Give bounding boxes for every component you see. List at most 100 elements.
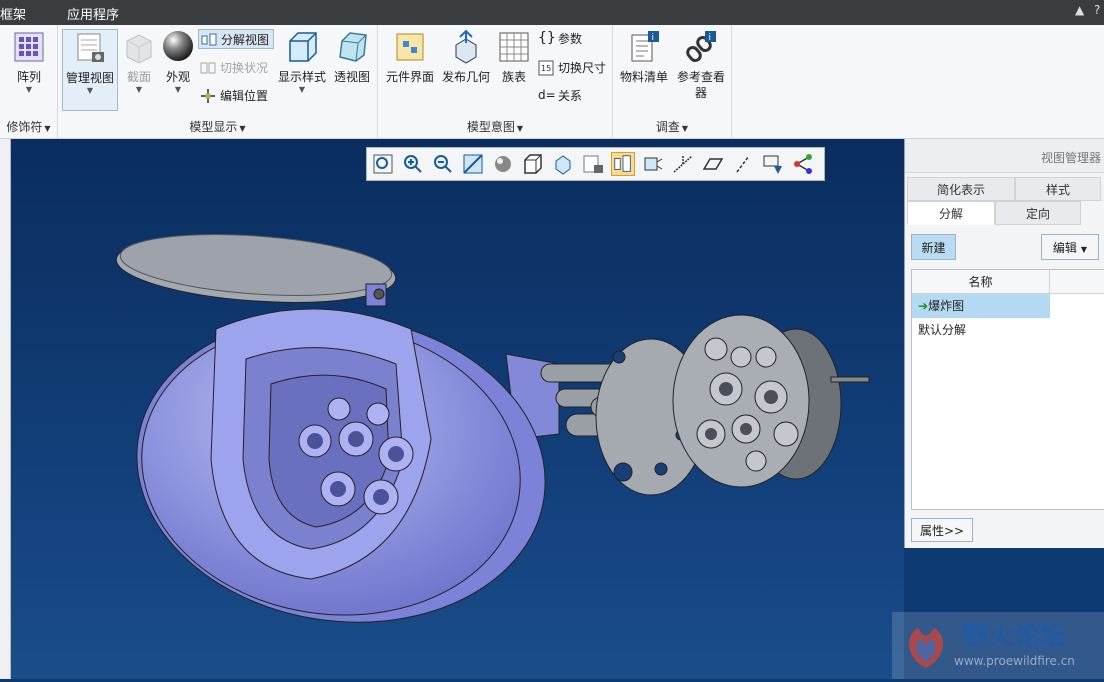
view-manager-icon[interactable] xyxy=(581,152,605,176)
bill-of-materials-icon: i xyxy=(631,31,659,62)
group-label-model-intent[interactable]: 模型意图 ▼ xyxy=(378,118,612,135)
model-tree-collapsed-strip[interactable] xyxy=(0,139,11,679)
component-interface-label: 元件界面 xyxy=(385,70,434,84)
reference-viewer-button[interactable]: i 参考查看 器 xyxy=(673,29,729,101)
exploded-view-label: 分解视图 xyxy=(221,33,270,47)
tab-simplified-rep[interactable]: 简化表示 xyxy=(907,177,1015,201)
collapse-ribbon-icon[interactable]: ▲ xyxy=(1075,3,1084,17)
list-item-default-explode[interactable]: 默认分解 xyxy=(912,318,1104,342)
chevron-down-icon: ▼ xyxy=(298,85,306,94)
svg-text:i: i xyxy=(709,33,712,43)
zoom-in-icon[interactable] xyxy=(401,152,425,176)
display-style-label: 显示样式 xyxy=(277,70,326,84)
edit-position-button[interactable]: 编辑位置 xyxy=(198,86,268,106)
group-model-intent-label: 模型意图 xyxy=(466,120,515,134)
switch-dimension-button[interactable]: 15 切换尺寸 xyxy=(536,58,606,78)
switch-dimension-label: 切换尺寸 xyxy=(558,61,607,75)
toggle-state-button[interactable]: 切换状况 xyxy=(198,58,268,78)
edit-position-label: 编辑位置 xyxy=(220,89,269,103)
publish-geometry-button[interactable]: 发布几何 xyxy=(440,29,492,85)
chevron-down-icon: ▼ xyxy=(1080,245,1088,254)
braces-icon: {} xyxy=(538,30,556,46)
relations-button[interactable]: d= 关系 xyxy=(536,86,582,106)
bom-button[interactable]: i 物料清单 xyxy=(617,29,671,85)
edit-position-icon xyxy=(201,89,215,103)
axis-display-icon[interactable] xyxy=(731,152,755,176)
publish-geometry-icon xyxy=(455,29,477,64)
help-icon[interactable]: ? xyxy=(1094,3,1100,17)
group-label-model-display[interactable]: 模型显示 ▼ xyxy=(58,118,377,135)
appearance-sphere-icon xyxy=(163,31,193,61)
manage-view-button[interactable]: 管理视图 ▼ xyxy=(62,29,118,111)
tab-explode[interactable]: 分解 xyxy=(907,201,995,225)
display-style-icon[interactable] xyxy=(521,152,545,176)
shading-icon[interactable] xyxy=(491,152,515,176)
chevron-down-icon: ▼ xyxy=(681,124,689,133)
list-header: 名称 xyxy=(912,270,1104,294)
exploded-view-button[interactable]: 分解视图 xyxy=(198,29,274,49)
component-interface-icon xyxy=(396,33,424,61)
edit-label: 编辑 xyxy=(1052,241,1077,255)
manage-view-icon xyxy=(77,33,104,62)
plane-display-icon[interactable] xyxy=(701,152,725,176)
point-display-icon[interactable] xyxy=(761,152,785,176)
svg-text:15: 15 xyxy=(541,64,551,73)
array-button[interactable]: 阵列 ▼ xyxy=(6,29,52,95)
perspective-toggle-icon[interactable] xyxy=(641,152,665,176)
reference-viewer-label-line2: 器 xyxy=(694,86,707,100)
parameters-button[interactable]: {} 参数 xyxy=(536,29,582,49)
tab-orient[interactable]: 定向 xyxy=(995,201,1081,225)
svg-text:i: i xyxy=(652,33,655,43)
chevron-down-icon: ▼ xyxy=(25,85,33,94)
properties-button[interactable]: 属性>> xyxy=(911,518,973,542)
view-manager-title: 视图管理器 xyxy=(905,139,1104,173)
refit-icon[interactable] xyxy=(371,152,395,176)
zoom-out-icon[interactable] xyxy=(431,152,455,176)
parameters-label: 参数 xyxy=(558,32,583,46)
appearance-button[interactable]: 外观 ▼ xyxy=(158,29,198,95)
watermark-title: 野火论坛 xyxy=(962,622,1067,652)
section-icon xyxy=(126,34,152,64)
exploded-charging-socket-model xyxy=(115,234,870,623)
csys-display-icon[interactable] xyxy=(791,152,815,176)
reference-viewer-label-line1: 参考查看 xyxy=(676,70,725,84)
section-button[interactable]: 截面 ▼ xyxy=(120,29,158,95)
new-button[interactable]: 新建 xyxy=(911,234,956,260)
tab-style[interactable]: 样式 xyxy=(1015,177,1101,201)
family-table-button[interactable]: 族表 xyxy=(494,29,534,85)
datum-display-icon[interactable] xyxy=(671,152,695,176)
group-label-investigate[interactable]: 调查 ▼ xyxy=(613,118,731,135)
graphics-viewport[interactable] xyxy=(11,139,904,679)
repaint-icon[interactable] xyxy=(461,152,485,176)
list-item-explode-view[interactable]: ➔爆炸图 xyxy=(912,294,1050,318)
bom-label: 物料清单 xyxy=(619,70,668,84)
group-label-modifiers[interactable]: 修饰符 ▼ xyxy=(0,118,57,135)
menu-tab-applications[interactable]: 应用程序 xyxy=(67,4,119,23)
edit-dropdown-button[interactable]: 编辑 ▼ xyxy=(1041,234,1099,260)
group-model-display-label: 模型显示 xyxy=(189,120,238,134)
perspective-label: 透视图 xyxy=(333,70,370,84)
menu-bar: 框架 应用程序 ▲ ? xyxy=(0,0,1104,25)
watermark: 野火论坛 www.proewildfire.cn xyxy=(892,612,1104,679)
component-interface-button[interactable]: 元件界面 xyxy=(382,29,438,85)
array-label: 阵列 xyxy=(16,70,41,84)
chevron-down-icon: ▼ xyxy=(44,124,51,133)
group-model-intent: 元件界面 发布几何 族表 {} 参数 15 切换尺寸 d= 关系 模型意图 ▼ xyxy=(378,25,613,139)
watermark-logo-icon xyxy=(908,628,944,668)
display-style-button[interactable]: 显示样式 ▼ xyxy=(276,29,328,95)
menu-tab-framework[interactable]: 框架 xyxy=(0,4,26,23)
switch-dimension-icon: 15 xyxy=(538,60,554,76)
group-model-display: 管理视图 ▼ 截面 ▼ 外观 ▼ 分解视图 切换状况 编辑位置 显示样式 ▼ 透… xyxy=(58,25,378,139)
perspective-button[interactable]: 透视图 xyxy=(330,29,374,85)
exploded-view-toggle-icon[interactable] xyxy=(611,152,635,176)
group-modifiers-label: 修饰符 xyxy=(6,120,43,134)
family-table-label: 族表 xyxy=(501,70,526,84)
column-name-header: 名称 xyxy=(912,270,1050,294)
relations-label: 关系 xyxy=(558,89,583,103)
saved-orientations-icon[interactable] xyxy=(551,152,575,176)
explode-list: 名称 ➔爆炸图 默认分解 xyxy=(911,269,1104,510)
chevron-down-icon: ▼ xyxy=(516,124,524,133)
publish-geometry-label: 发布几何 xyxy=(441,70,490,84)
group-modifiers: 阵列 ▼ 修饰符 ▼ xyxy=(0,25,58,139)
chevron-down-icon: ▼ xyxy=(135,85,143,94)
